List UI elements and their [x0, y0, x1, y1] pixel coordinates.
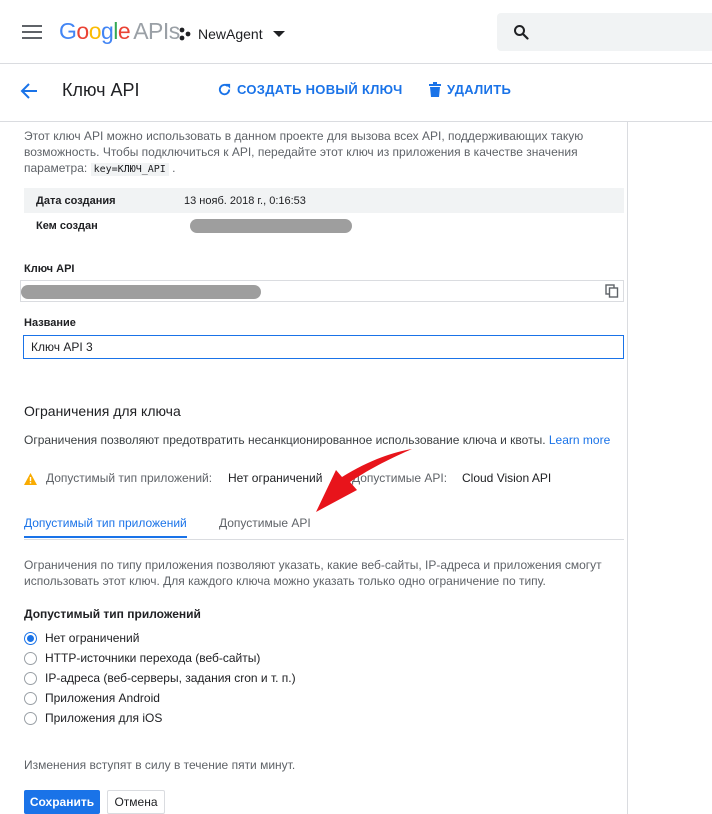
redacted-creator [190, 218, 352, 233]
menu-icon[interactable] [22, 25, 42, 39]
project-dots-icon [179, 27, 191, 41]
logo-letter: o [88, 18, 102, 44]
key-metadata: Дата создания 13 нояб. 2018 г., 0:16:53 … [24, 188, 624, 238]
tab-allowed-apis[interactable]: Допустимые API [219, 516, 311, 530]
radio-option-ios[interactable]: Приложения для iOS [24, 708, 296, 728]
save-button[interactable]: Сохранить [24, 790, 100, 814]
page-title: Ключ API [62, 80, 140, 100]
radio-button[interactable] [24, 631, 37, 645]
radio-label: HTTP-источники перехода (веб-сайты) [45, 651, 261, 665]
trash-icon [429, 82, 441, 97]
project-name: NewAgent [198, 26, 263, 42]
logo-letter: g [100, 18, 114, 44]
search-icon [514, 25, 529, 40]
create-new-key-button[interactable]: СОЗДАТЬ НОВЫЙ КЛЮЧ [217, 82, 403, 97]
changes-note: Изменения вступят в силу в течение пяти … [24, 758, 296, 772]
page-header: Ключ API СОЗДАТЬ НОВЫЙ КЛЮЧ УДАЛИТЬ [0, 64, 712, 122]
search-box[interactable] [497, 13, 712, 51]
top-app-bar: Google APIs NewAgent [0, 0, 712, 64]
name-label: Название [24, 317, 76, 329]
create-new-key-label: СОЗДАТЬ НОВЫЙ КЛЮЧ [237, 82, 403, 97]
radio-button[interactable] [24, 651, 37, 665]
logo-letter: e [117, 18, 131, 44]
name-input[interactable]: Ключ API 3 [23, 335, 624, 359]
cancel-button[interactable]: Отмена [107, 790, 165, 814]
back-arrow-icon[interactable] [18, 80, 40, 102]
restriction-tabs: Допустимый тип приложений Допустимые API [24, 508, 624, 540]
radio-option-none[interactable]: Нет ограничений [24, 628, 296, 648]
api-key-label: Ключ API [24, 263, 75, 275]
delete-label: УДАЛИТЬ [447, 82, 512, 97]
radio-label: IP-адреса (веб-серверы, задания cron и т… [45, 671, 296, 685]
radio-option-ip-addresses[interactable]: IP-адреса (веб-серверы, задания cron и т… [24, 668, 296, 688]
api-summary-label: Допустимые API: [352, 471, 448, 485]
project-selector[interactable]: NewAgent [178, 22, 285, 46]
caret-down-icon [272, 31, 285, 37]
app-type-summary-label: Допустимый тип приложений: [46, 471, 213, 485]
copy-icon[interactable] [605, 284, 619, 298]
tab-description: Ограничения по типу приложения позволяют… [24, 558, 602, 588]
content-divider [627, 122, 628, 814]
warning-icon [24, 473, 37, 485]
tab-application-type[interactable]: Допустимый тип приложений [24, 516, 187, 538]
google-apis-logo[interactable]: Google APIs [59, 18, 180, 45]
delete-button[interactable]: УДАЛИТЬ [428, 82, 511, 97]
restrictions-description: Ограничения позволяют предотвратить неса… [24, 432, 624, 448]
created-value: 13 нояб. 2018 г., 0:16:53 [184, 194, 306, 207]
app-type-summary-value: Нет ограничений [228, 471, 323, 485]
radio-label: Приложения для iOS [45, 711, 163, 725]
radio-label: Приложения Android [45, 691, 160, 705]
radio-option-android[interactable]: Приложения Android [24, 688, 296, 708]
logo-suffix: APIs [133, 18, 180, 44]
logo-letter: G [59, 18, 77, 44]
radio-label: Нет ограничений [45, 631, 140, 645]
creator-label: Кем создан [36, 219, 98, 232]
restrictions-summary: Допустимый тип приложений: Нет ограничен… [24, 471, 624, 487]
restrictions-title: Ограничения для ключа [24, 403, 181, 419]
radio-button[interactable] [24, 671, 37, 685]
restrictions-description-text: Ограничения позволяют предотвратить неса… [24, 433, 546, 447]
app-type-radio-group: Нет ограничений HTTP-источники перехода … [24, 628, 296, 728]
api-key-field[interactable] [20, 280, 624, 302]
created-label: Дата создания [36, 194, 116, 207]
refresh-icon [218, 83, 231, 96]
app-type-heading: Допустимый тип приложений [24, 607, 201, 621]
radio-button[interactable] [24, 711, 37, 725]
meta-row-created: Дата создания 13 нояб. 2018 г., 0:16:53 [24, 188, 624, 213]
meta-row-creator: Кем создан [24, 213, 624, 238]
radio-option-http-referrers[interactable]: HTTP-источники перехода (веб-сайты) [24, 648, 296, 668]
radio-button[interactable] [24, 691, 37, 705]
logo-letter: o [76, 18, 89, 44]
redacted-api-key [21, 285, 261, 299]
intro-text-end: . [172, 161, 176, 175]
learn-more-link[interactable]: Learn more [549, 433, 610, 447]
intro-code: key=КЛЮЧ_API [90, 163, 169, 176]
api-summary-value: Cloud Vision API [462, 471, 552, 485]
intro-text: Этот ключ API можно использовать в данно… [24, 128, 624, 178]
